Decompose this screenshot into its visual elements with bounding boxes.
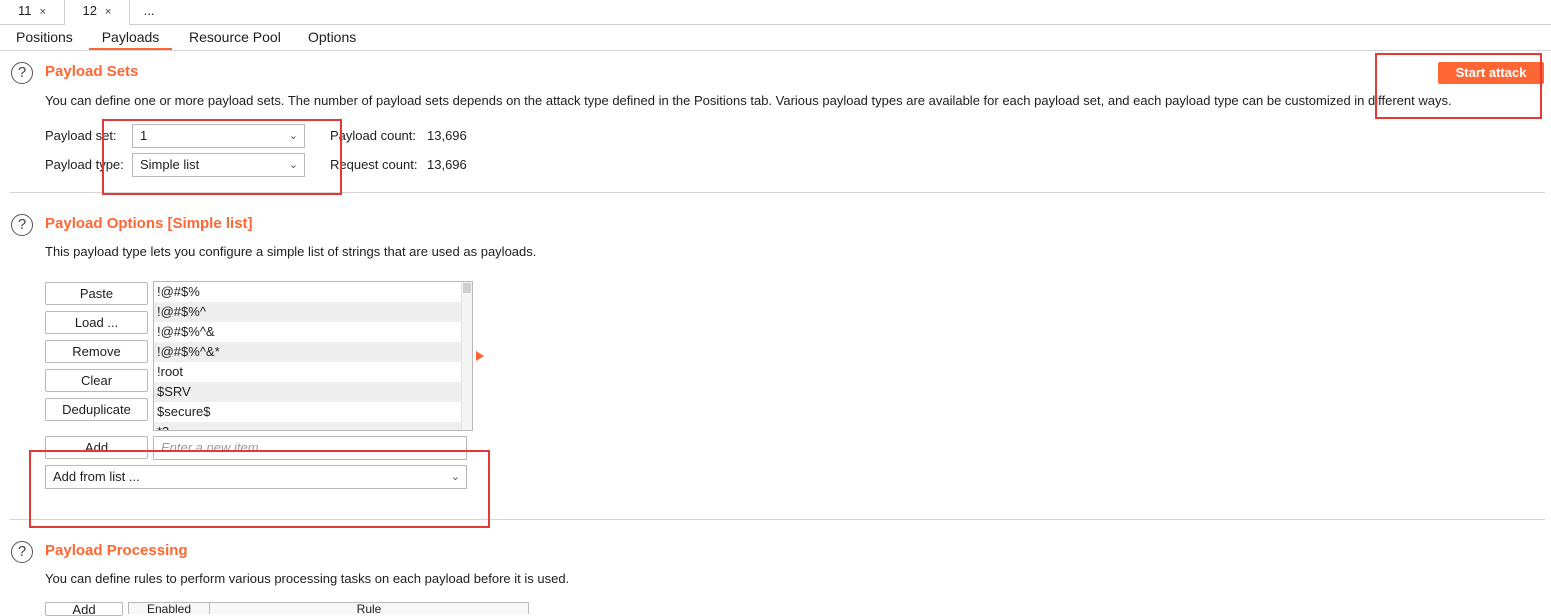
chevron-down-icon: ⌄ — [288, 159, 298, 171]
payload-sets-title: Payload Sets — [45, 63, 139, 80]
paste-button[interactable]: Paste — [45, 282, 148, 305]
tab-payloads[interactable]: Payloads — [89, 25, 172, 50]
payload-set-value: 1 — [140, 128, 148, 143]
payload-count-label: Payload count: — [330, 128, 417, 143]
list-item[interactable]: !root — [154, 362, 463, 382]
payload-type-label: Payload type: — [45, 157, 124, 172]
request-count-label: Request count: — [330, 157, 418, 172]
list-item[interactable]: *3 — [154, 422, 463, 430]
list-item[interactable]: !@#$% — [154, 282, 463, 302]
chevron-down-icon: ⌄ — [450, 471, 460, 483]
payload-list[interactable]: !@#$% !@#$%^ !@#$%^& !@#$%^&* !root $SRV… — [153, 281, 473, 431]
payload-options-description: This payload type lets you configure a s… — [45, 244, 537, 259]
list-scrollbar[interactable] — [461, 282, 472, 430]
list-item[interactable]: !@#$%^&* — [154, 342, 463, 362]
request-count-value: 13,696 — [427, 157, 467, 172]
section-divider — [10, 192, 1545, 193]
deduplicate-button[interactable]: Deduplicate — [45, 398, 148, 421]
intruder-subtabs: Positions Payloads Resource Pool Options — [0, 25, 1551, 51]
payload-count-value: 13,696 — [427, 128, 467, 143]
tab-positions[interactable]: Positions — [16, 25, 73, 50]
request-tab-11[interactable]: 11 × — [0, 0, 64, 24]
column-enabled[interactable]: Enabled — [128, 602, 210, 614]
payload-set-select[interactable]: 1 ⌄ — [132, 124, 305, 148]
chevron-down-icon: ⌄ — [288, 130, 298, 142]
close-icon[interactable]: × — [40, 6, 46, 18]
payload-processing-description: You can define rules to perform various … — [45, 571, 570, 586]
remove-button[interactable]: Remove — [45, 340, 148, 363]
add-button[interactable]: Add — [45, 436, 148, 459]
annotation-box — [29, 450, 490, 528]
request-tab-label: 12 — [82, 3, 98, 18]
column-rule[interactable]: Rule — [209, 602, 529, 614]
payload-processing-title: Payload Processing — [45, 542, 188, 559]
request-tab-bar: 11 × 12 × ... — [0, 0, 1551, 25]
payload-sets-description: You can define one or more payload sets.… — [45, 93, 1452, 108]
tab-options[interactable]: Options — [308, 25, 356, 50]
payload-options-title: Payload Options [Simple list] — [45, 215, 253, 232]
request-tab-12[interactable]: 12 × — [64, 0, 130, 25]
add-from-list-select[interactable]: Add from list ... ⌄ — [45, 465, 467, 489]
help-icon[interactable]: ? — [11, 214, 33, 236]
section-divider — [10, 519, 1545, 520]
load-button[interactable]: Load ... — [45, 311, 148, 334]
help-icon[interactable]: ? — [11, 541, 33, 563]
new-item-input[interactable] — [153, 436, 467, 460]
payload-set-label: Payload set: — [45, 128, 117, 143]
clear-button[interactable]: Clear — [45, 369, 148, 392]
list-item[interactable]: $secure$ — [154, 402, 463, 422]
start-attack-button[interactable]: Start attack — [1438, 62, 1544, 84]
scrollbar-thumb[interactable] — [463, 283, 471, 293]
list-item[interactable]: $SRV — [154, 382, 463, 402]
list-item[interactable]: !@#$%^ — [154, 302, 463, 322]
request-tab-label: 11 — [18, 3, 32, 18]
add-from-list-value: Add from list ... — [53, 469, 140, 484]
payload-type-select[interactable]: Simple list ⌄ — [132, 153, 305, 177]
tab-resource-pool[interactable]: Resource Pool — [189, 25, 281, 50]
request-tab-more[interactable]: ... — [130, 0, 168, 24]
help-icon[interactable]: ? — [11, 62, 33, 84]
list-item[interactable]: !@#$%^& — [154, 322, 463, 342]
close-icon[interactable]: × — [105, 6, 111, 18]
payload-type-value: Simple list — [140, 157, 200, 172]
expand-arrow-icon[interactable] — [476, 351, 484, 361]
